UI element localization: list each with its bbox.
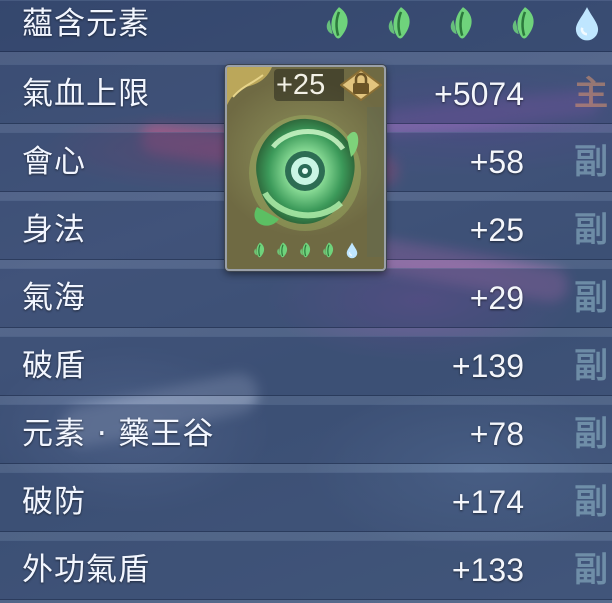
stat-label: 會心 <box>22 144 86 180</box>
stat-label: 元素 · 藥王谷 <box>22 416 215 452</box>
sub-stat-tag: 副 <box>574 550 608 590</box>
stat-label: 氣海 <box>22 280 86 316</box>
main-stat-tag: 主 <box>574 74 608 114</box>
stat-value: +5074 <box>434 76 524 112</box>
sub-stat-tag: 副 <box>574 278 608 318</box>
stat-value: +25 <box>469 212 524 248</box>
element-header-label: 蘊含元素 <box>22 6 150 42</box>
sub-stat-tag: 副 <box>574 414 608 454</box>
stat-label: 破防 <box>22 484 86 520</box>
stat-row: 破防 +174 副 <box>0 472 612 532</box>
sub-stat-tag: 副 <box>574 210 608 250</box>
lock-icon[interactable] <box>340 69 382 101</box>
stat-label: 外功氣盾 <box>22 552 150 588</box>
element-header-row: 蘊含元素 <box>0 0 612 52</box>
stat-row: 破盾 +139 副 <box>0 336 612 396</box>
sub-stat-tag: 副 <box>574 482 608 522</box>
wood-element-orb-icon <box>249 115 361 231</box>
stat-value: +174 <box>451 484 524 520</box>
stat-row: 外功氣盾 +133 副 <box>0 540 612 600</box>
item-card[interactable]: +25 <box>225 65 386 271</box>
sub-stat-tag: 副 <box>574 142 608 182</box>
stat-label: 氣血上限 <box>22 76 150 112</box>
stat-row: 元素 · 藥王谷 +78 副 <box>0 404 612 464</box>
stat-label: 破盾 <box>22 348 86 384</box>
stat-value: +78 <box>469 416 524 452</box>
stat-label: 身法 <box>22 212 86 248</box>
stat-row: 氣海 +29 副 <box>0 268 612 328</box>
stat-value: +58 <box>469 144 524 180</box>
stat-value: +139 <box>451 348 524 384</box>
sub-stat-tag: 副 <box>574 346 608 386</box>
item-level-badge: +25 <box>274 69 344 101</box>
stat-value: +29 <box>469 280 524 316</box>
header-element-icons <box>320 4 610 52</box>
card-element-icons <box>251 241 361 259</box>
stat-value: +133 <box>451 552 524 588</box>
